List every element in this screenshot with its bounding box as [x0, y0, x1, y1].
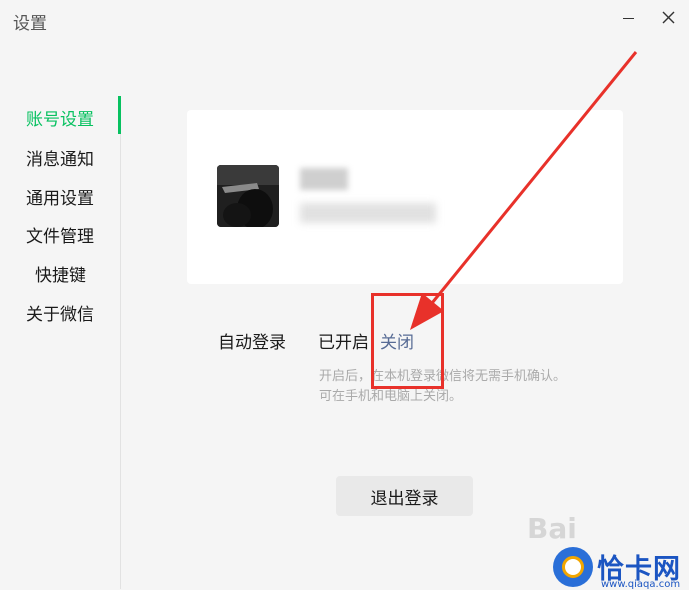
sidebar-item-account-settings[interactable]: 账号设置 [26, 105, 94, 130]
profile-card [187, 110, 623, 284]
site-logo-domain: www.qiaqa.com [601, 579, 681, 590]
sidebar-item-file-management[interactable]: 文件管理 [26, 222, 94, 247]
auto-login-description: 开启后，在本机登录微信将无需手机确认。 可在手机和电脑上关闭。 [319, 367, 619, 407]
window-title: 设置 [13, 14, 47, 34]
close-icon [662, 11, 674, 23]
sidebar-item-shortcuts[interactable]: 快捷键 [35, 261, 86, 286]
minimize-button[interactable] [613, 4, 643, 30]
description-line-2: 可在手机和电脑上关闭。 [319, 389, 463, 404]
site-logo-icon [553, 547, 593, 587]
annotation-highlight-box [371, 293, 444, 389]
avatar [217, 165, 279, 227]
description-line-1: 开启后，在本机登录微信将无需手机确认。 [319, 369, 567, 384]
nickname-blurred [300, 168, 348, 190]
sidebar-divider [120, 96, 121, 589]
auto-login-label: 自动登录 [218, 333, 286, 353]
settings-window: 设置 账号设置 消息通知 通用设置 文件管理 快捷键 关于微信 自动登录 已开启… [0, 0, 689, 590]
minimize-icon [622, 17, 634, 19]
site-logo: 恰卡网 www.qiaqa.com [553, 547, 685, 590]
avatar-image [217, 165, 279, 227]
sidebar-item-about[interactable]: 关于微信 [26, 300, 94, 325]
active-indicator [118, 96, 121, 134]
wechat-id-blurred [300, 203, 436, 223]
close-button[interactable] [653, 4, 683, 30]
auto-login-status: 已开启 [318, 333, 369, 353]
sidebar-item-notifications[interactable]: 消息通知 [26, 145, 94, 170]
logout-button[interactable]: 退出登录 [336, 476, 473, 516]
watermark-text: Bai [527, 512, 577, 545]
sidebar-item-general-settings[interactable]: 通用设置 [26, 184, 94, 209]
